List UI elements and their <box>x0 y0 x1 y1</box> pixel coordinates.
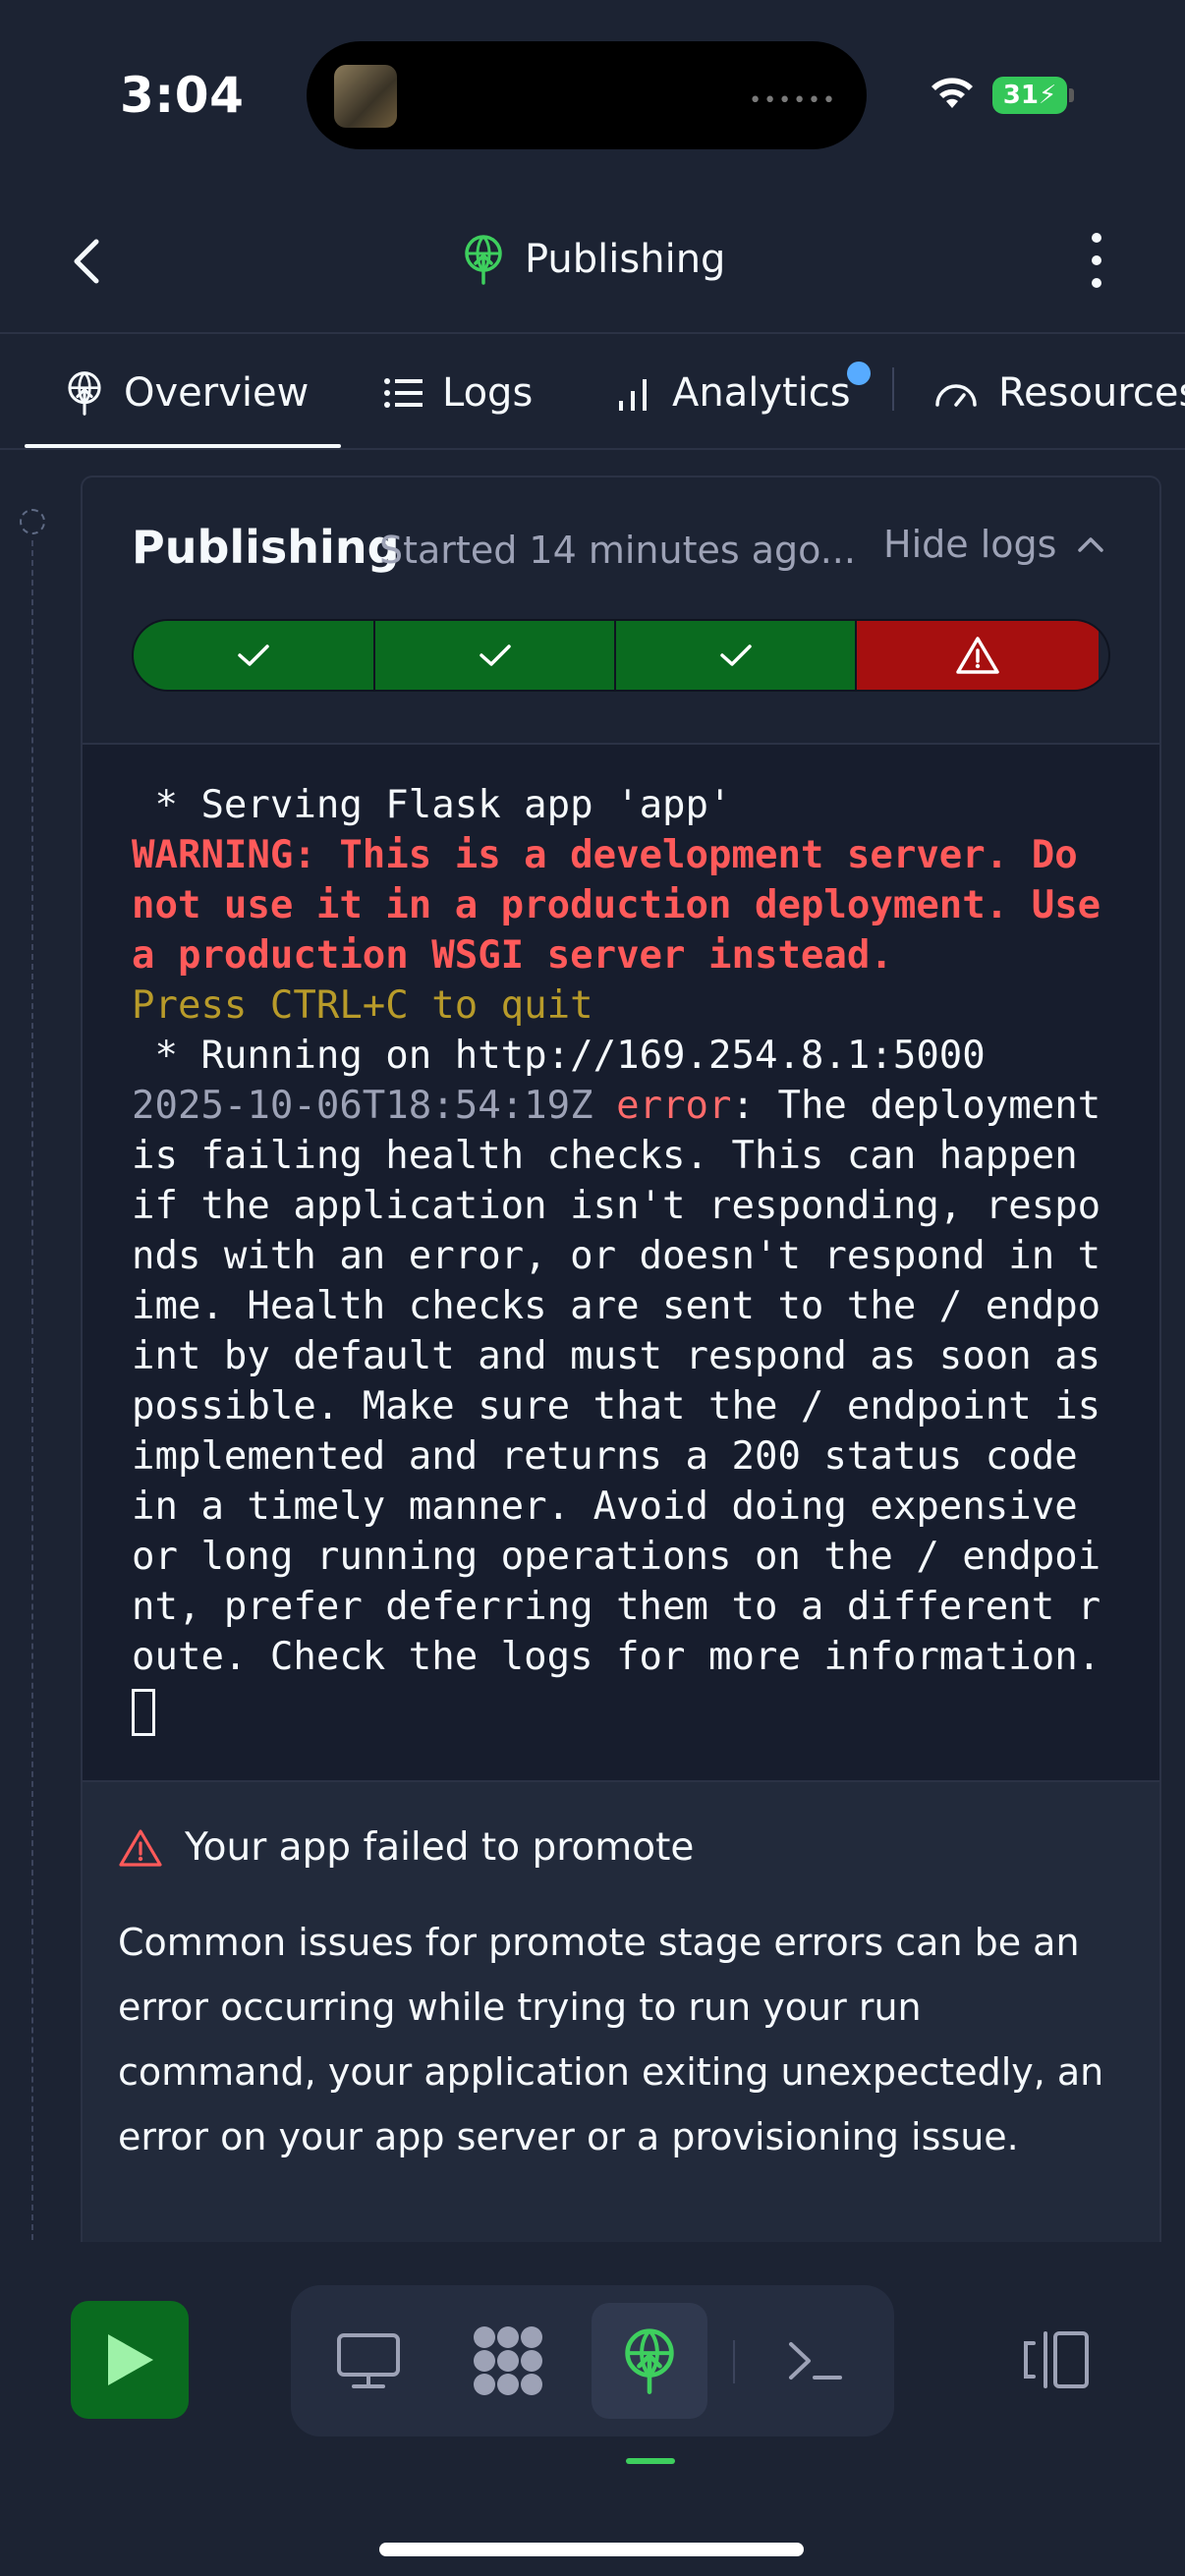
split-view-button[interactable] <box>1012 2301 1100 2419</box>
error-description: Common issues for promote stage errors c… <box>118 1921 1104 2158</box>
monitor-icon <box>337 2333 400 2388</box>
back-button[interactable] <box>57 232 116 291</box>
apps-tool[interactable] <box>450 2303 566 2419</box>
shell-tool[interactable] <box>757 2303 873 2419</box>
battery-level: 31 <box>1002 81 1039 110</box>
notification-dot <box>847 362 871 385</box>
tab-logs[interactable]: Logs <box>383 336 533 450</box>
stage-progress <box>132 619 1110 692</box>
battery-nub <box>1069 88 1074 102</box>
log-line: * Running on http://169.254.8.1:5000 <box>132 1034 986 1078</box>
check-icon <box>719 644 752 666</box>
tab-analytics[interactable]: Analytics <box>617 336 851 450</box>
tab-divider <box>892 367 894 411</box>
stage-success[interactable] <box>616 621 857 690</box>
split-panel-icon <box>1024 2331 1089 2388</box>
top-navigation: Publishing <box>0 196 1185 334</box>
warning-icon <box>956 637 999 674</box>
terminal-icon <box>789 2342 842 2380</box>
tab-overview[interactable]: Overview <box>65 336 309 450</box>
timeline-line <box>31 540 33 2240</box>
tool-dock <box>291 2285 894 2436</box>
error-title-row: Your app failed to promote <box>118 1825 694 1870</box>
warning-icon <box>119 1828 162 1867</box>
grid-apps-icon <box>474 2326 542 2395</box>
list-icon <box>384 378 423 408</box>
stage-success[interactable] <box>134 621 375 690</box>
check-icon <box>479 644 511 666</box>
page-title: Publishing <box>525 237 726 282</box>
dock-divider <box>733 2340 735 2383</box>
deploy-icon <box>625 2328 674 2394</box>
tab-label: Overview <box>124 370 310 416</box>
terminal-cursor <box>132 1688 155 1736</box>
deploy-icon <box>68 371 101 416</box>
card-subtitle: Started 14 minutes ago... <box>379 529 856 572</box>
home-indicator[interactable] <box>379 2543 804 2556</box>
stage-success[interactable] <box>375 621 616 690</box>
nav-title-group: Publishing <box>462 228 725 291</box>
status-bar: 3:04 •••••• 31⚡ <box>0 0 1185 187</box>
tab-bar: Overview Logs Analytics Resources <box>0 336 1185 450</box>
tab-label: Logs <box>442 370 534 416</box>
error-panel: Your app failed to promote Common issues… <box>83 1782 1159 2244</box>
now-playing-artwork <box>334 65 397 128</box>
more-options-icon[interactable] <box>1077 226 1116 295</box>
tab-resources[interactable]: Resources <box>933 336 1185 450</box>
log-level: error <box>616 1084 732 1128</box>
card-header: Publishing Started 14 minutes ago... Hid… <box>83 477 1159 743</box>
webview-tool[interactable] <box>310 2303 426 2419</box>
run-button[interactable] <box>71 2301 189 2419</box>
dynamic-island[interactable]: •••••• <box>307 41 867 149</box>
audio-waveform-icon: •••••• <box>749 88 837 113</box>
card-title: Publishing <box>132 521 400 574</box>
publishing-card: Publishing Started 14 minutes ago... Hid… <box>81 476 1161 2244</box>
active-tab-indicator <box>25 444 341 448</box>
check-icon <box>238 644 269 666</box>
log-line: Press CTRL+C to quit <box>132 983 593 1028</box>
play-icon <box>108 2334 153 2385</box>
log-warning: WARNING: This is a development server. D… <box>132 833 1124 978</box>
battery-indicator: 31⚡ <box>992 77 1067 114</box>
wifi-icon <box>931 78 973 108</box>
bottom-toolbar <box>0 2242 1185 2576</box>
chevron-up-icon <box>1078 537 1104 552</box>
deploy-tool[interactable] <box>592 2303 707 2419</box>
stage-failed[interactable] <box>857 621 1099 690</box>
tab-label: Resources <box>998 370 1185 416</box>
bar-chart-icon <box>619 379 647 411</box>
status-time: 3:04 <box>120 67 245 124</box>
tab-label: Analytics <box>672 370 851 416</box>
charging-bolt-icon: ⚡ <box>1038 81 1057 110</box>
log-line: * Serving Flask app 'app' <box>132 783 732 827</box>
log-output[interactable]: * Serving Flask app 'app' WARNING: This … <box>83 743 1159 1782</box>
log-text: * Serving Flask app 'app' WARNING: This … <box>132 780 1112 1736</box>
active-tool-indicator <box>626 2458 675 2464</box>
hide-logs-label: Hide logs <box>883 523 1057 566</box>
deploy-icon <box>465 235 502 285</box>
hide-logs-button[interactable]: Hide logs <box>883 523 1105 566</box>
log-timestamp: 2025-10-06T18:54:19Z <box>132 1084 593 1128</box>
gauge-icon <box>935 384 977 407</box>
log-message: : The deployment is failing health check… <box>132 1084 1124 1679</box>
error-title: Your app failed to promote <box>185 1825 695 1870</box>
timeline-node <box>20 509 45 534</box>
